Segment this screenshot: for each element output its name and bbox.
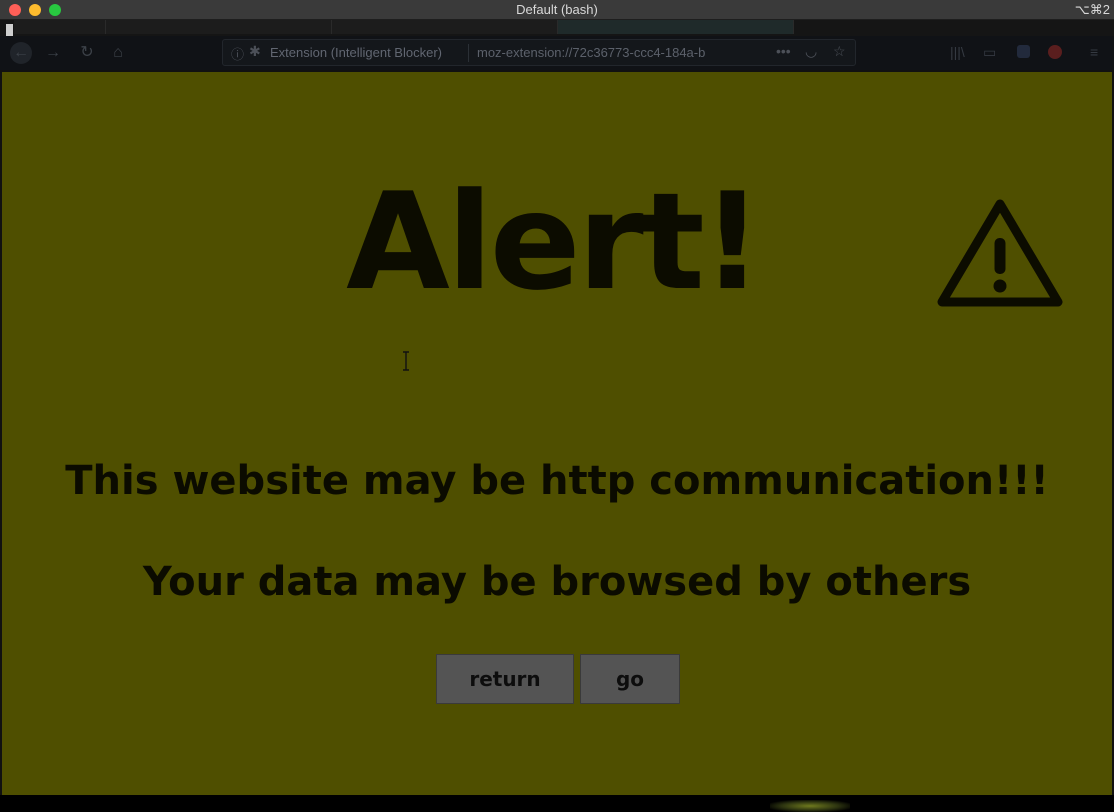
http-warning-message: This website may be http communication!!… [65,458,1049,504]
reload-icon[interactable]: ↻ [76,42,98,64]
sidebar-icon[interactable]: ▭ [983,44,996,61]
window-title: Default (bash) [516,2,598,17]
data-exposure-message: Your data may be browsed by others [142,559,972,605]
browser-tab[interactable] [106,20,332,34]
more-icon[interactable]: ••• [776,43,791,59]
extension-icon[interactable] [1048,45,1062,59]
desktop-background [0,795,1114,812]
home-icon[interactable]: ⌂ [107,42,129,64]
browser-tab[interactable] [14,20,106,34]
browser-tab[interactable] [332,20,558,34]
url-divider [468,44,469,62]
terminal-title-bar: Default (bash) ⌥⌘2 [0,0,1114,20]
puzzle-icon: ✱ [249,43,261,59]
pocket-icon[interactable]: ◡ [805,43,817,60]
browser-tab-active[interactable] [558,20,794,34]
url-identity-label[interactable]: Extension (Intelligent Blocker) [270,45,442,60]
star-icon[interactable]: ☆ [833,43,846,60]
extension-icon[interactable] [1017,45,1030,58]
library-icon[interactable]: |||\ [950,44,965,60]
app-window: Default (bash) ⌥⌘2 ← → ↻ ⌂ ⓘ ✱ Extension… [0,0,1114,812]
info-icon[interactable]: ⓘ [231,44,244,63]
return-button[interactable]: return [436,654,574,704]
menu-icon[interactable]: ≡ [1090,44,1098,60]
url-text[interactable]: moz-extension://72c36773-ccc4-184a-b [477,45,745,60]
desktop-glow [770,800,850,812]
forward-icon[interactable]: → [42,42,64,64]
window-shortcut: ⌥⌘2 [1074,2,1110,17]
go-button[interactable]: go [580,654,680,704]
warning-triangle-icon [937,199,1063,307]
text-cursor-icon [403,351,409,371]
back-icon[interactable]: ← [10,42,32,64]
